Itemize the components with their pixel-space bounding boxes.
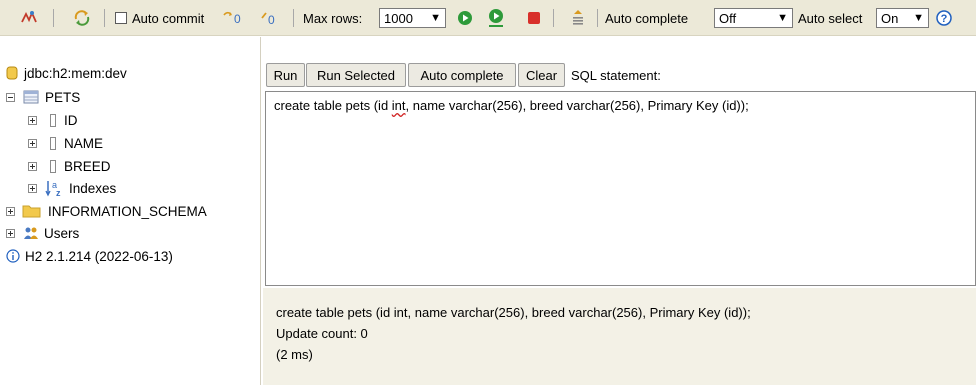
sort-az-icon: a z	[45, 180, 61, 197]
chevron-down-icon: ▼	[777, 12, 788, 24]
sql-editor[interactable]: create table pets (id int, name varchar(…	[265, 91, 976, 286]
tree-information-schema[interactable]: INFORMATION_SCHEMA	[6, 201, 207, 221]
table-icon	[23, 90, 39, 104]
auto-complete-button[interactable]: Auto complete	[408, 63, 516, 87]
svg-text:?: ?	[941, 13, 948, 25]
svg-text:0: 0	[234, 12, 241, 26]
chevron-down-icon: ▼	[913, 12, 924, 24]
tree-indexes[interactable]: a z Indexes	[28, 178, 116, 198]
tree-table-pets[interactable]: PETS	[6, 87, 80, 107]
expand-icon[interactable]	[28, 183, 37, 193]
collapse-icon[interactable]	[6, 92, 15, 102]
run-button[interactable]: Run	[266, 63, 305, 87]
commit-icon[interactable]: 0	[260, 0, 280, 36]
run-icon[interactable]	[457, 0, 473, 36]
tree-users[interactable]: Users	[6, 223, 79, 243]
auto-commit-control[interactable]: Auto commit	[115, 0, 204, 36]
rollback-icon[interactable]: 0	[222, 0, 244, 36]
auto-select-select[interactable]: On ▼	[876, 8, 929, 28]
column-icon	[50, 136, 56, 150]
column-icon	[50, 113, 56, 127]
column-icon	[50, 159, 56, 173]
info-icon	[6, 249, 20, 263]
svg-text:z: z	[56, 188, 61, 197]
auto-complete-label: Auto complete	[605, 10, 689, 26]
refresh-icon[interactable]	[73, 0, 91, 36]
expand-icon[interactable]	[28, 115, 37, 125]
results-panel: create table pets (id int, name varchar(…	[263, 288, 976, 385]
disconnect-icon[interactable]	[20, 0, 38, 36]
max-rows-label: Max rows:	[303, 10, 363, 26]
expand-icon[interactable]	[6, 206, 15, 216]
result-time: (2 ms)	[276, 347, 313, 362]
chevron-down-icon: ▼	[430, 12, 441, 24]
auto-complete-select[interactable]: Off ▼	[714, 8, 793, 28]
history-icon[interactable]	[571, 0, 585, 36]
tree-column-name[interactable]: NAME	[28, 133, 103, 153]
max-rows-select[interactable]: 1000 ▼	[379, 8, 446, 28]
tree-connection[interactable]: jdbc:h2:mem:dev	[6, 63, 127, 83]
tree-column-id[interactable]: ID	[28, 110, 78, 130]
auto-commit-label: Auto commit	[132, 10, 205, 26]
tree-column-breed[interactable]: BREED	[28, 156, 111, 176]
clear-button[interactable]: Clear	[518, 63, 565, 87]
spellcheck-flag: int	[391, 98, 406, 113]
run-selected-button[interactable]: Run Selected	[306, 63, 406, 87]
expand-icon[interactable]	[28, 161, 37, 171]
database-icon	[6, 66, 18, 80]
object-tree: jdbc:h2:mem:dev PETS ID NAME BREED a z I…	[0, 37, 261, 385]
auto-commit-checkbox[interactable]	[115, 12, 127, 24]
expand-icon[interactable]	[6, 228, 15, 238]
users-icon	[24, 227, 38, 239]
expand-icon[interactable]	[28, 138, 37, 148]
sql-statement-label: SQL statement:	[571, 67, 661, 83]
svg-text:0: 0	[268, 13, 275, 26]
toolbar: Auto commit 0 0 Max rows: 1000 ▼ Auto co…	[0, 0, 976, 36]
help-icon[interactable]: ?	[936, 0, 952, 36]
tree-version: H2 2.1.214 (2022-06-13)	[6, 246, 173, 266]
run-selected-icon[interactable]	[487, 0, 505, 36]
result-update-count: Update count: 0	[276, 326, 368, 341]
auto-select-label: Auto select	[798, 10, 863, 26]
result-statement: create table pets (id int, name varchar(…	[276, 305, 751, 320]
stop-icon[interactable]	[527, 0, 541, 36]
folder-icon	[22, 205, 41, 218]
